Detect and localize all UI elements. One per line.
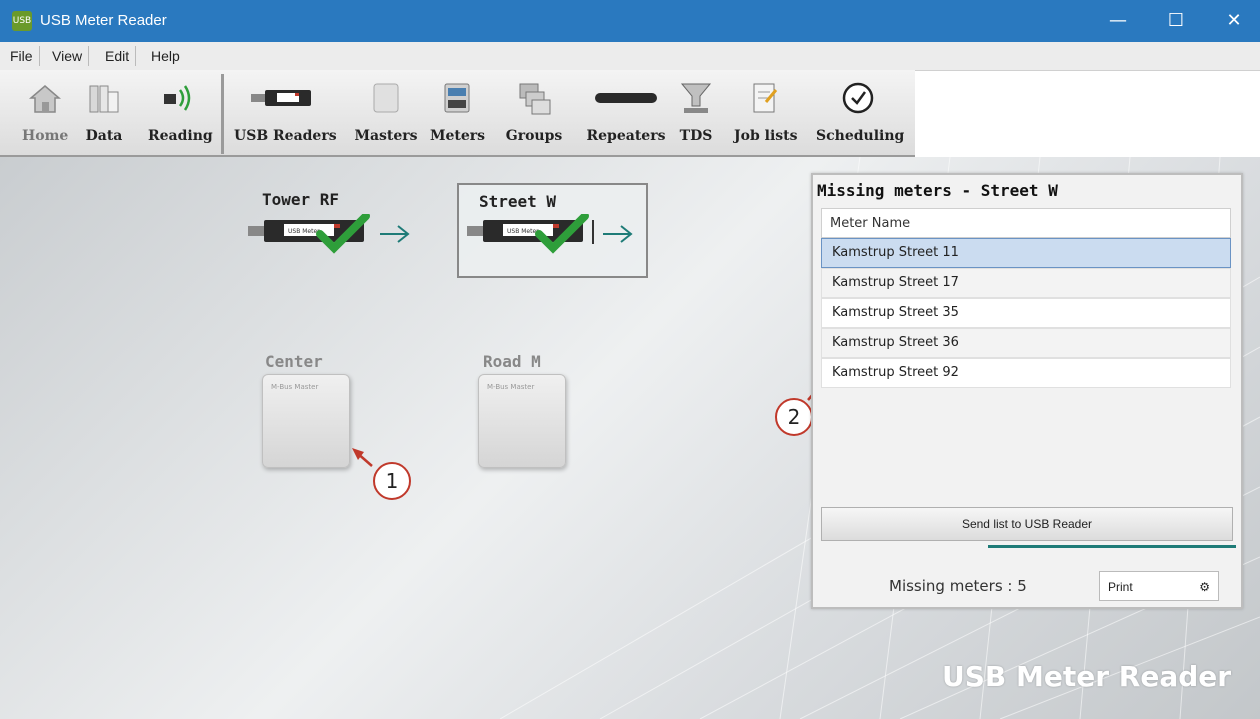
list-item[interactable]: Kamstrup Street 35 bbox=[821, 298, 1231, 328]
list-item[interactable]: Kamstrup Street 11 bbox=[821, 238, 1231, 268]
missing-meters-count: Missing meters : 5 bbox=[889, 577, 1027, 595]
column-header-meter-name[interactable]: Meter Name bbox=[821, 208, 1231, 238]
watermark-logo: USB Meter Reader bbox=[942, 660, 1232, 693]
list-item[interactable]: Kamstrup Street 36 bbox=[821, 328, 1231, 358]
missing-meters-panel: Missing meters - Street W Meter Name Kam… bbox=[811, 173, 1243, 609]
callout-2: 2 bbox=[775, 398, 813, 436]
gear-icon: ⚙ bbox=[1199, 580, 1210, 594]
callout-1: 1 bbox=[373, 462, 411, 500]
list-item[interactable]: Kamstrup Street 92 bbox=[821, 358, 1231, 388]
print-button[interactable]: Print ⚙ bbox=[1099, 571, 1219, 601]
list-item[interactable]: Kamstrup Street 17 bbox=[821, 268, 1231, 298]
app-window: USB USB Meter Reader — ☐ ✕ File View Edi… bbox=[0, 0, 1260, 719]
progress-bar bbox=[988, 545, 1236, 548]
send-list-button[interactable]: Send list to USB Reader bbox=[821, 507, 1233, 541]
panel-title: Missing meters - Street W bbox=[817, 181, 1058, 200]
print-button-label: Print bbox=[1108, 580, 1133, 594]
